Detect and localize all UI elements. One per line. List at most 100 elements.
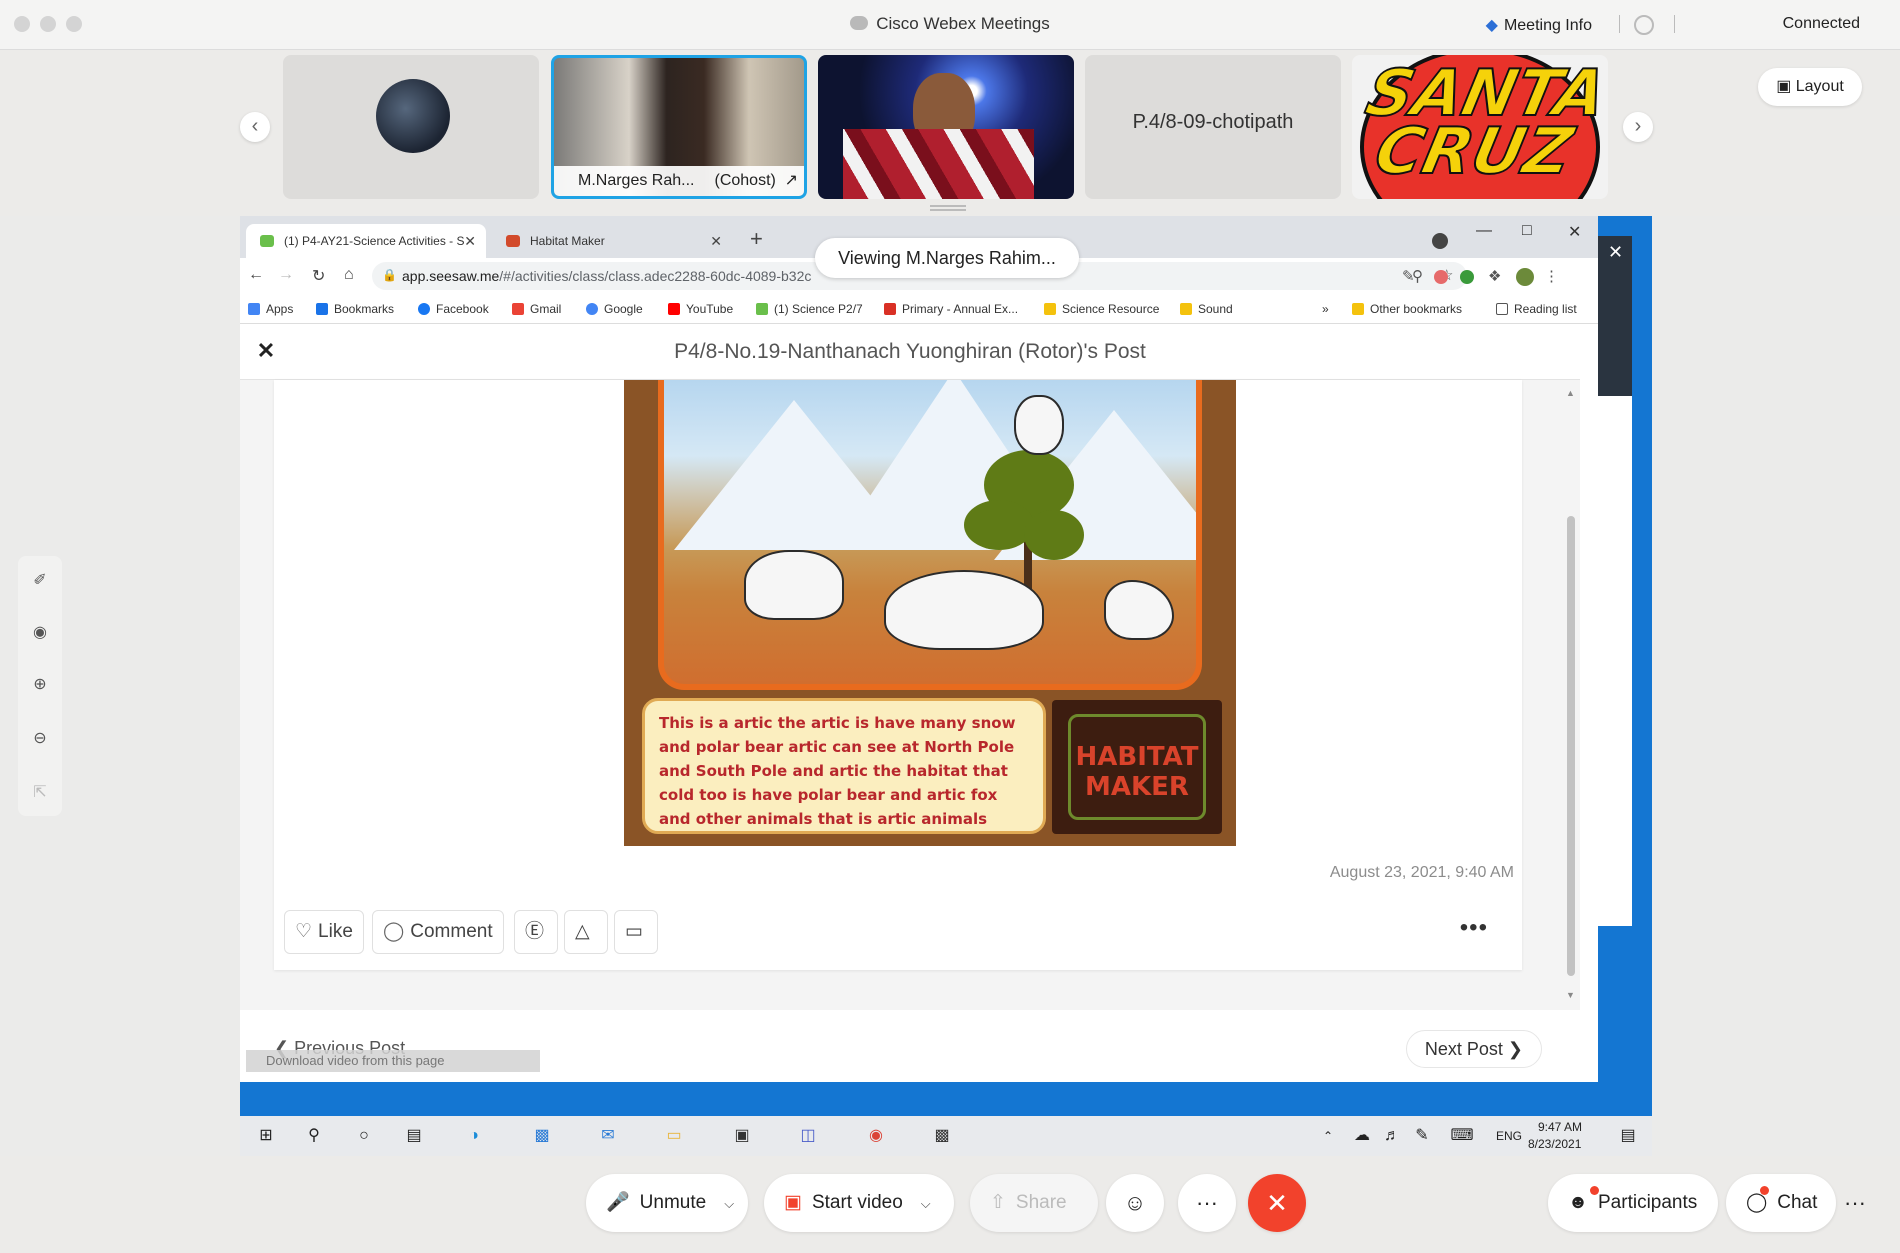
chat-button[interactable]: ◯ Chat (1726, 1174, 1836, 1232)
bookmark-google[interactable]: Google (586, 302, 643, 316)
fit-screen-icon[interactable]: ⇱ (18, 782, 62, 802)
bookmark-science-p2[interactable]: (1) Science P2/7 (756, 302, 863, 316)
end-meeting-button[interactable]: ✕ (1248, 1174, 1306, 1232)
bookmark-science-resource[interactable]: Science Resource (1044, 302, 1159, 316)
tab-seesaw[interactable]: (1) P4-AY21-Science Activities - S ✕ (246, 224, 486, 258)
edge-icon[interactable]: ◑ (462, 1124, 486, 1148)
graduation-cap-icon: △ (575, 921, 590, 942)
mail-icon[interactable]: ✉ (596, 1124, 620, 1148)
search-icon[interactable]: ⚲ (302, 1124, 326, 1148)
volume-icon[interactable]: ♬ (1380, 1124, 1404, 1148)
onedrive-icon[interactable]: ☁ (1350, 1124, 1374, 1148)
viewing-indicator: Viewing M.Narges Rahim... (815, 238, 1079, 278)
extension-icon[interactable] (1460, 270, 1474, 284)
browser-window: (1) P4-AY21-Science Activities - S ✕ Hab… (240, 216, 1598, 1082)
next-post-button[interactable]: Next Post ❯ (1405, 1030, 1542, 1068)
profile-avatar[interactable] (1516, 268, 1534, 286)
bookmark-apps[interactable]: Apps (248, 302, 293, 316)
lock-icon: 🔒 (382, 268, 397, 282)
zoom-in-icon[interactable]: ⊕ (18, 674, 62, 694)
reload-icon[interactable]: ↻ (312, 266, 325, 286)
close-browser-button[interactable]: ✕ (1568, 222, 1581, 242)
layout-button[interactable]: ▣ Layout (1758, 68, 1862, 106)
more-panels-button[interactable]: ··· (1826, 1174, 1884, 1232)
strip-prev-arrow[interactable]: ‹ (240, 112, 270, 142)
reactions-button[interactable]: ☺ (1106, 1174, 1164, 1232)
bookmark-primary[interactable]: Primary - Annual Ex... (884, 302, 1018, 316)
bookmark-facebook[interactable]: Facebook (418, 302, 489, 316)
participant-tile[interactable] (283, 55, 539, 199)
download-video-overlay[interactable]: Download video from this page (246, 1050, 540, 1072)
task-view-icon[interactable]: ▤ (402, 1124, 426, 1148)
minimize-button[interactable]: — (1476, 222, 1492, 240)
more-options-button[interactable]: ••• (1460, 914, 1488, 942)
bookmark-sound[interactable]: Sound (1180, 302, 1233, 316)
pen-icon[interactable]: ✎ (1410, 1124, 1434, 1148)
tab-close-icon[interactable]: ✕ (464, 224, 476, 258)
app-icon[interactable]: ▩ (530, 1124, 554, 1148)
eyedropper-extension-icon[interactable]: ✎ (1402, 267, 1415, 285)
chat-label: Chat (1777, 1192, 1818, 1213)
bookmark-label: Facebook (436, 302, 489, 316)
file-explorer-icon[interactable]: ▭ (662, 1124, 686, 1148)
keyboard-icon[interactable]: ⌨ (1450, 1124, 1474, 1148)
cortana-icon[interactable]: ○ (352, 1124, 376, 1148)
participant-tile-active[interactable]: M.Narges Rah... (Cohost) ↗ (551, 55, 807, 199)
windows-start-icon[interactable]: ⊞ (254, 1124, 278, 1148)
folder-button[interactable]: ▭ (614, 910, 658, 954)
home-icon[interactable]: ⌂ (344, 266, 354, 284)
text-comment-icon: Ⓔ (525, 921, 545, 942)
puzzle-extensions-icon[interactable]: ❖ (1488, 267, 1501, 285)
like-button[interactable]: ♡ Like (284, 910, 364, 954)
back-arrow-icon[interactable]: ← (248, 266, 264, 284)
participants-button[interactable]: ☻ Participants (1548, 1174, 1718, 1232)
strip-next-arrow[interactable]: › (1623, 112, 1653, 142)
notification-icon[interactable]: ▤ (1616, 1124, 1640, 1148)
scroll-up-icon[interactable]: ▲ (1566, 388, 1575, 398)
resize-handle[interactable] (930, 205, 966, 211)
extension-icon[interactable] (1434, 270, 1448, 284)
participants-label: Participants (1598, 1192, 1698, 1213)
bookmarks-overflow-button[interactable]: » (1322, 302, 1329, 316)
logo-line: MAKER (1085, 772, 1189, 802)
remote-control-icon[interactable]: ◉ (18, 622, 62, 642)
language-indicator[interactable]: ENG (1496, 1129, 1522, 1143)
teacher-button[interactable]: △ (564, 910, 608, 954)
tab-search-icon[interactable] (1432, 233, 1448, 249)
zoom-out-icon[interactable]: ⊖ (18, 728, 62, 748)
more-options-button[interactable]: ··· (1178, 1174, 1236, 1232)
reading-list[interactable]: Reading list (1496, 302, 1577, 316)
browser-menu-icon[interactable]: ⋮ (1544, 267, 1559, 285)
start-video-button[interactable]: ▣ Start video ⌵ (764, 1174, 954, 1232)
goose (1104, 580, 1174, 640)
meeting-info-button[interactable]: ◆ Meeting Info (1486, 15, 1592, 35)
maximize-button[interactable]: □ (1522, 222, 1532, 240)
chevron-up-icon[interactable]: ⌃ (1316, 1124, 1340, 1148)
store-icon[interactable]: ▣ (730, 1124, 754, 1148)
tree-foliage (964, 500, 1034, 550)
pen-annotate-icon[interactable]: ✐ (18, 570, 62, 590)
chrome-icon[interactable]: ◉ (864, 1124, 888, 1148)
scroll-down-icon[interactable]: ▼ (1566, 990, 1575, 1000)
scroll-thumb[interactable] (1567, 516, 1575, 976)
text-comment-button[interactable]: Ⓔ (514, 910, 558, 954)
tab-habitat-maker[interactable]: Habitat Maker ✕ (492, 224, 732, 258)
bookmark-gmail[interactable]: Gmail (512, 302, 561, 316)
share-button[interactable]: ⇧ Share (970, 1174, 1098, 1232)
forward-arrow-icon[interactable]: → (278, 266, 294, 284)
webex-logo-icon (850, 16, 869, 30)
other-bookmarks[interactable]: Other bookmarks (1352, 302, 1462, 316)
participant-tile[interactable]: SANTA CRUZ (1352, 55, 1608, 199)
unmute-button[interactable]: 🎤 Unmute ⌵ (586, 1174, 748, 1232)
caption-box: This is a artic the artic is have many s… (642, 698, 1046, 834)
bookmark-youtube[interactable]: YouTube (668, 302, 733, 316)
bookmark-bookmarks[interactable]: Bookmarks (316, 302, 394, 316)
app-icon[interactable]: ◫ (796, 1124, 820, 1148)
tab-close-icon[interactable]: ✕ (710, 224, 722, 258)
comment-button[interactable]: ◯ Comment (372, 910, 504, 954)
post-scrollbar[interactable]: ▲ ▼ (1564, 386, 1578, 1008)
participant-tile[interactable]: P.4/8-09-chotipath (1085, 55, 1341, 199)
webex-taskbar-icon[interactable]: ▩ (930, 1124, 954, 1148)
new-tab-button[interactable]: + (750, 226, 763, 252)
participant-tile[interactable] (818, 55, 1074, 199)
